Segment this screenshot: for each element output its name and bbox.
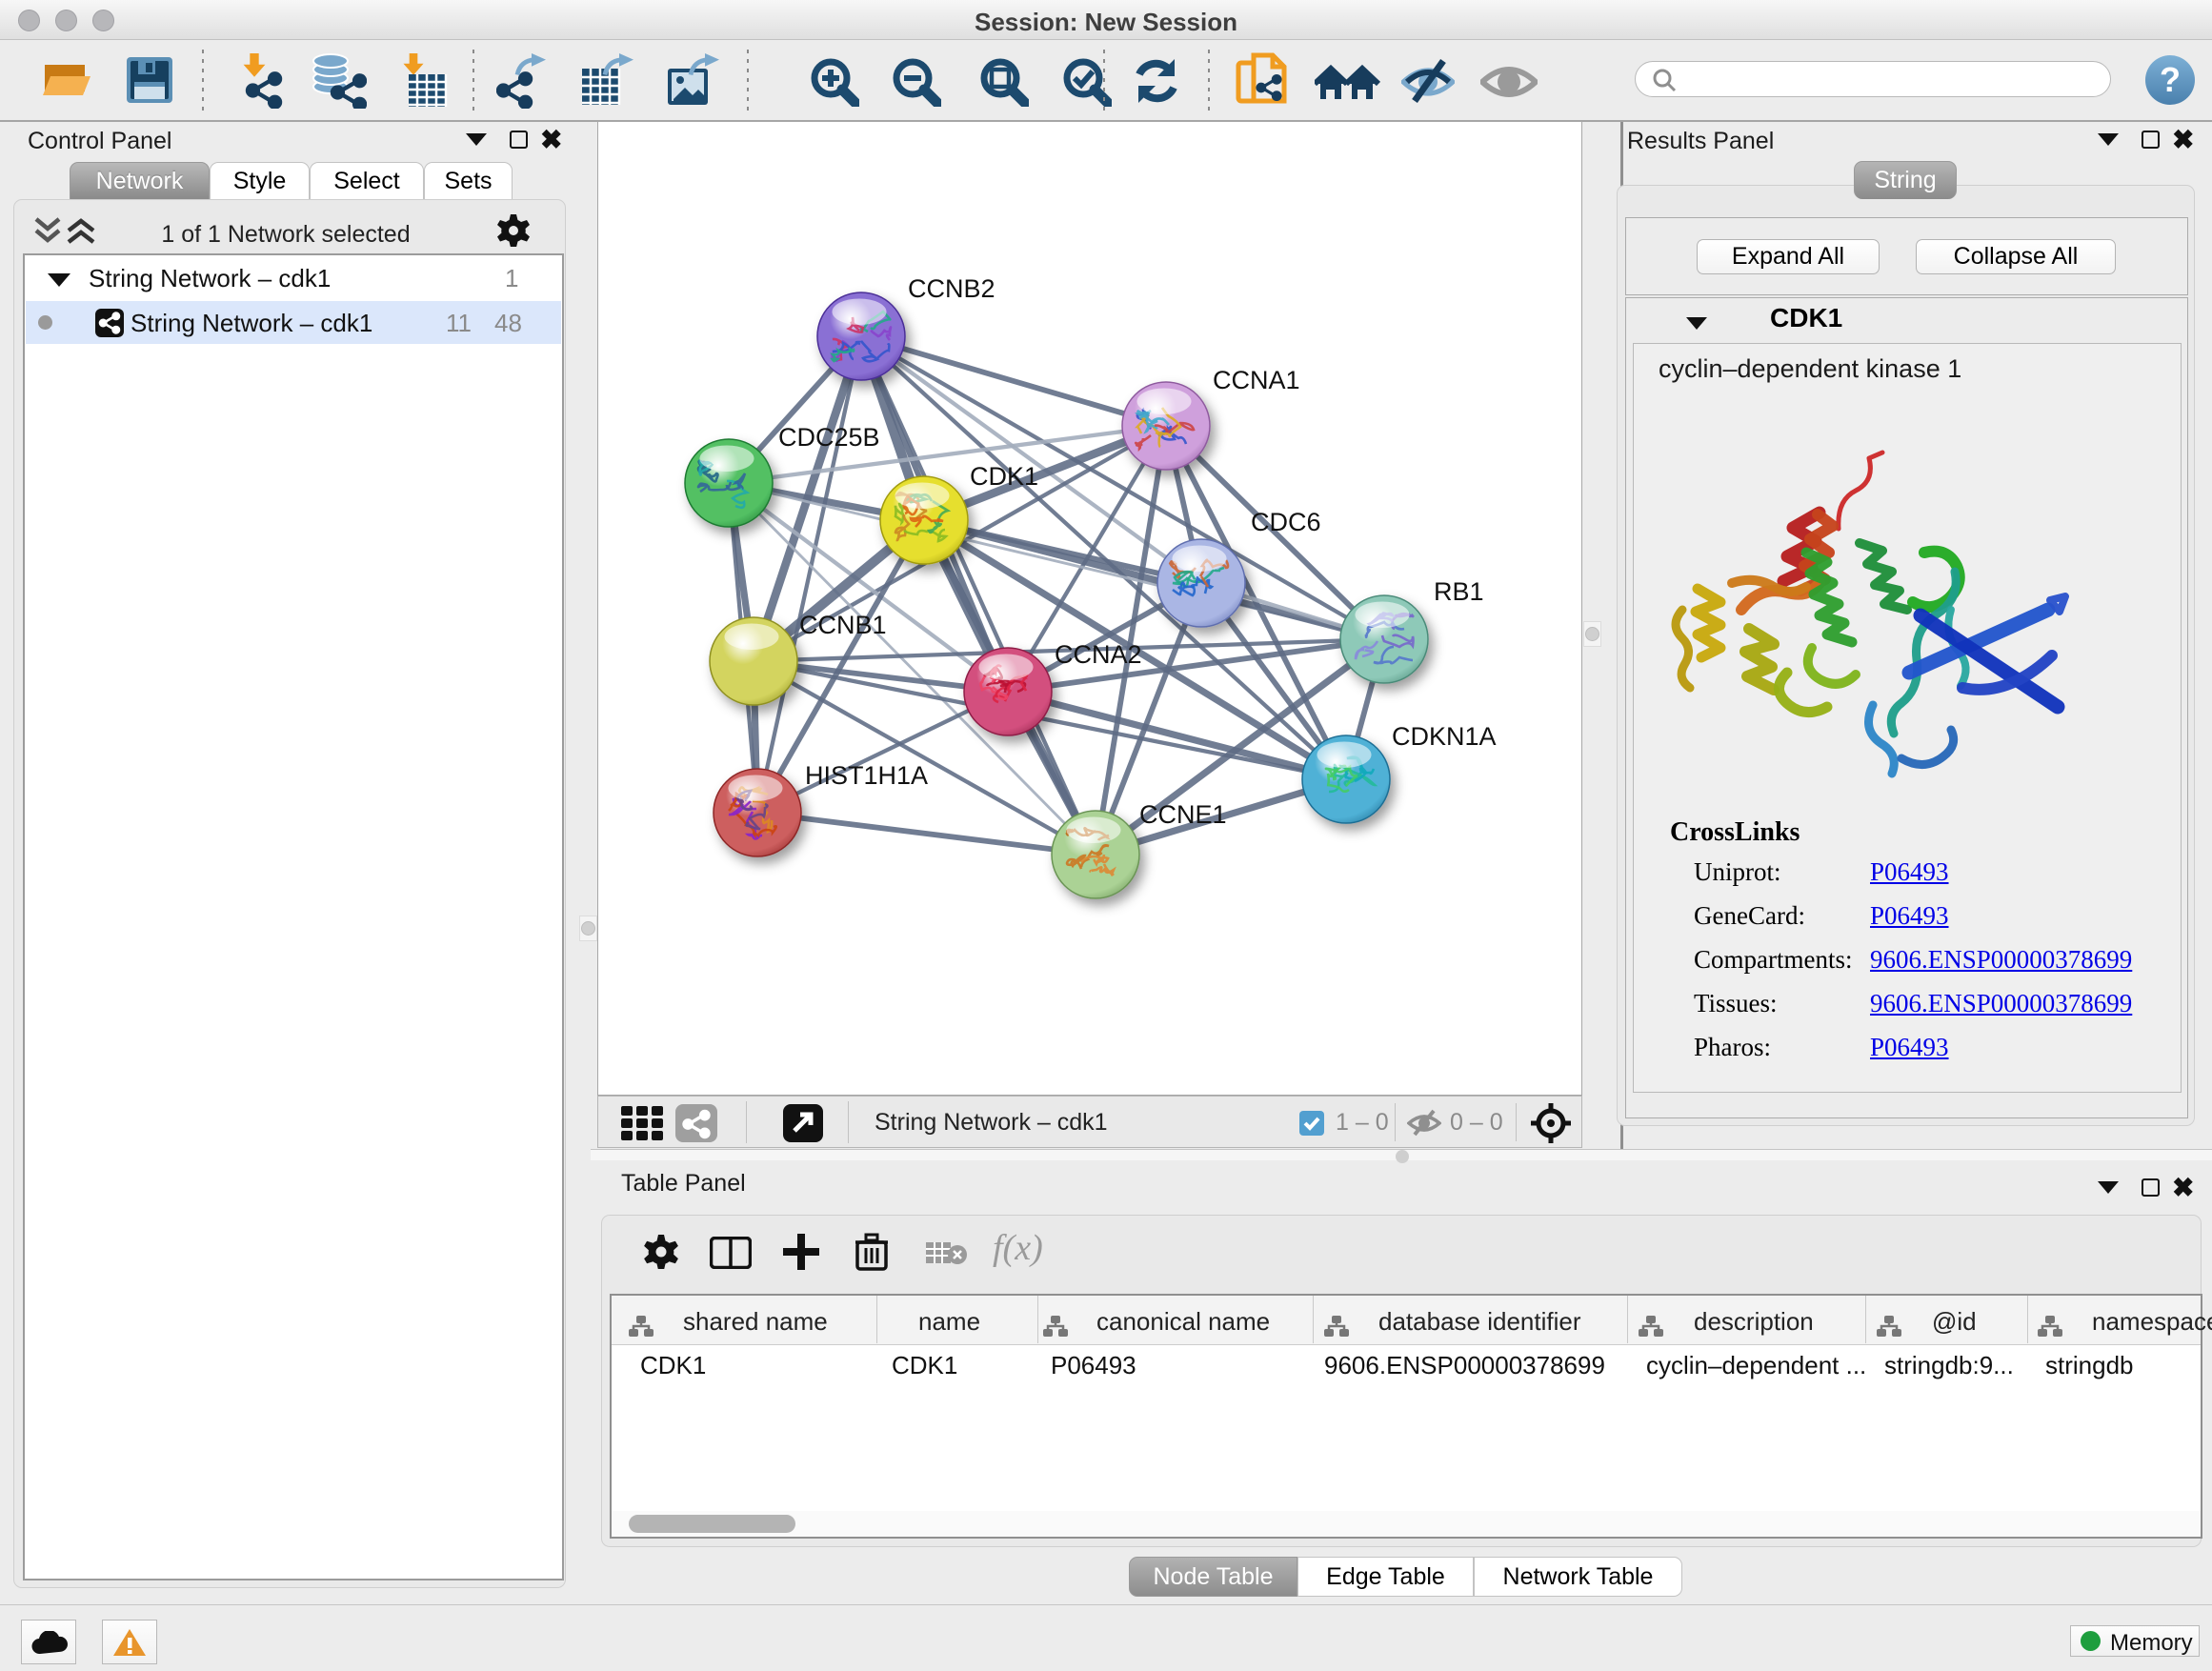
svg-text:RB1: RB1 — [1434, 577, 1484, 606]
svg-text:CDC6: CDC6 — [1251, 508, 1321, 536]
svg-text:CCNA2: CCNA2 — [1055, 640, 1142, 669]
svg-text:CCNB1: CCNB1 — [799, 611, 887, 639]
svg-text:CDK1: CDK1 — [970, 462, 1038, 491]
svg-text:CDC25B: CDC25B — [778, 423, 880, 452]
svg-text:HIST1H1A: HIST1H1A — [805, 761, 928, 790]
svg-text:CCNB2: CCNB2 — [908, 274, 995, 303]
svg-text:CCNE1: CCNE1 — [1139, 800, 1227, 829]
svg-text:CCNA1: CCNA1 — [1213, 366, 1300, 394]
svg-text:CDKN1A: CDKN1A — [1392, 722, 1497, 751]
